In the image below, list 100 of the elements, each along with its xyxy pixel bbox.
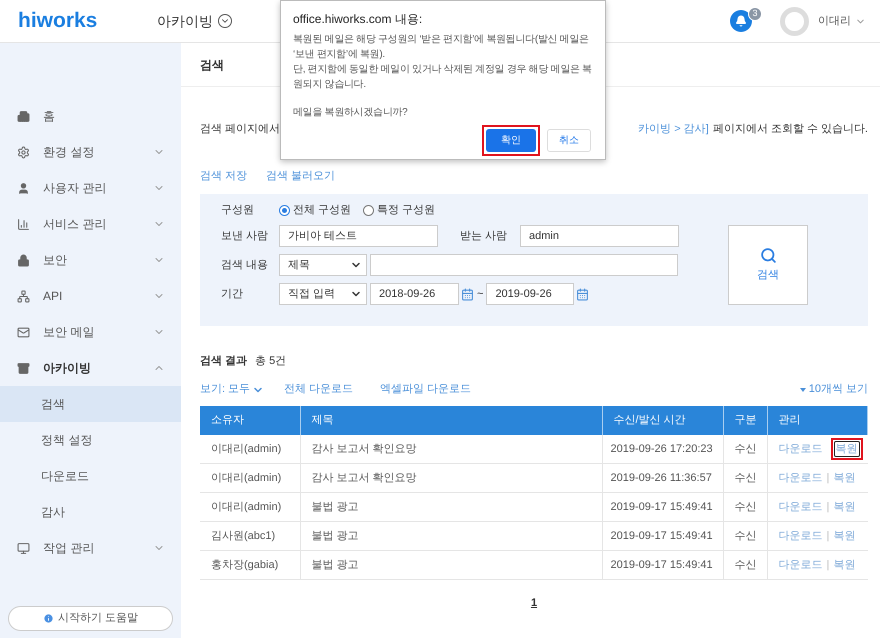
info-icon xyxy=(42,613,54,624)
monitor-icon xyxy=(17,542,30,554)
field-label: 구성원 xyxy=(221,202,255,218)
column-header: 구분 xyxy=(723,406,767,434)
sidebar-item[interactable]: 아카이빙 xyxy=(0,350,181,386)
column-header: 제목 xyxy=(300,406,602,434)
radio-button[interactable] xyxy=(363,204,374,216)
separator: | xyxy=(826,470,830,486)
table-cell: 수신 xyxy=(723,550,767,580)
select-dropdown[interactable]: 직접 입력 xyxy=(279,283,367,305)
bar-chart-icon xyxy=(17,218,30,230)
table-cell: 수신 xyxy=(723,492,767,522)
table-cell: 이대리(admin) xyxy=(200,434,300,464)
table-cell: 홍차장(gabia) xyxy=(200,550,300,580)
sidebar-subitem[interactable]: 감사 xyxy=(0,494,181,530)
table-cell: 수신 xyxy=(723,522,767,550)
sidebar-item[interactable]: 보안 xyxy=(0,242,181,278)
table-cell: 불법 광고 xyxy=(300,492,602,522)
excel-download-link[interactable]: 엑셀파일 다운로드 xyxy=(380,381,472,398)
table-cell: 감사 보고서 확인요망 xyxy=(300,434,602,464)
date-separator: ~ xyxy=(477,286,484,302)
user-icon xyxy=(17,182,30,194)
notification-badge: 3 xyxy=(748,7,762,21)
dialog-message: 복원된 메일은 해당 구성원의 ‘받은 편지함’에 복원됩니다(발신 메일은 ‘보낸 편지함’에 복원). xyxy=(293,33,590,62)
help-button[interactable]: 시작하기 도움말 xyxy=(8,606,173,631)
dialog-question: 메일을 복원하시겠습니까? xyxy=(293,106,408,120)
radio-label[interactable]: 전체 구성원 xyxy=(293,202,352,218)
page-title: 검색 xyxy=(200,56,224,74)
logo[interactable]: hiworks xyxy=(18,5,157,37)
calendar-icon[interactable] xyxy=(576,288,590,300)
sidebar-item[interactable]: 환경 설정 xyxy=(0,134,181,170)
page-link[interactable]: 1 xyxy=(530,595,538,612)
column-header: 수신/발신 시간 xyxy=(602,406,723,434)
bell-icon xyxy=(735,15,747,27)
table-cell: 불법 광고 xyxy=(300,550,602,580)
view-filter[interactable]: 보기: 모두 xyxy=(200,381,264,398)
search-button[interactable]: 검색 xyxy=(728,225,808,305)
user-menu[interactable]: 이대리 xyxy=(818,12,866,30)
table-cell: 2019-09-17 15:49:41 xyxy=(602,522,723,550)
sidebar-item[interactable]: 작업 관리 xyxy=(0,530,181,566)
table-cell: 이대리(admin) xyxy=(200,464,300,492)
separator: | xyxy=(826,558,830,573)
dialog-button[interactable]: 취소 xyxy=(547,129,591,152)
network-icon xyxy=(17,290,30,302)
audit-link[interactable]: 카이빙 > 감사] xyxy=(638,120,709,138)
page-size-dropdown[interactable]: 10개씩 보기 xyxy=(800,381,868,398)
date-field[interactable]: 2018-09-26 xyxy=(370,283,459,305)
sidebar-item[interactable]: 사용자 관리 xyxy=(0,170,181,206)
dialog-button[interactable]: 확인 xyxy=(486,129,536,152)
table-cell: 수신 xyxy=(723,464,767,492)
column-header: 소유자 xyxy=(200,406,300,434)
search-link[interactable]: 검색 저장 xyxy=(200,168,248,184)
archive-icon xyxy=(17,362,30,374)
gear-icon xyxy=(17,146,30,158)
table-cell: 2019-09-26 11:36:57 xyxy=(602,464,723,492)
field-label: 검색 내용 xyxy=(221,258,270,273)
section-dropdown[interactable]: 아카이빙 xyxy=(157,10,232,32)
sidebar-subitem[interactable]: 검색 xyxy=(0,386,181,422)
table-cell: 이대리(admin) xyxy=(200,492,300,522)
dialog-title: office.hiworks.com 내용: xyxy=(293,11,424,28)
sender-field[interactable]: 가비아 테스트 xyxy=(279,225,438,247)
table-cell: 김사원(abc1) xyxy=(200,522,300,550)
table-cell: 수신 xyxy=(723,434,767,464)
table-cell: 2019-09-26 17:20:23 xyxy=(602,434,723,464)
keyword-field[interactable] xyxy=(370,254,678,276)
results-count: 총 5건 xyxy=(255,354,286,369)
table-cell: 불법 광고 xyxy=(300,522,602,550)
envelope-icon xyxy=(17,326,30,338)
search-link[interactable]: 검색 불러오기 xyxy=(266,168,336,184)
table-cell: 2019-09-17 15:49:41 xyxy=(602,492,723,522)
radio-label[interactable]: 특정 구성원 xyxy=(377,202,436,218)
sidebar-subitem[interactable]: 다운로드 xyxy=(0,458,181,494)
intro-text: 검색 페이지에서 xyxy=(200,122,280,137)
field-label: 보낸 사람 xyxy=(221,228,270,244)
table-cell: 감사 보고서 확인요망 xyxy=(300,464,602,492)
sidebar-item[interactable]: API xyxy=(0,278,181,314)
field-label: 받는 사람 xyxy=(460,228,508,244)
separator: | xyxy=(826,500,830,515)
results-title: 검색 결과 xyxy=(200,354,248,369)
dialog-message: 단, 편지함에 동일한 메일이 있거나 삭제된 계정일 경우 해당 메일은 복원되지 않습니다. xyxy=(293,63,593,92)
calendar-icon[interactable] xyxy=(461,288,474,300)
radio-button[interactable] xyxy=(279,204,290,216)
building-icon xyxy=(17,110,30,122)
notification-button[interactable] xyxy=(730,10,752,32)
separator: | xyxy=(826,528,830,544)
recipient-field[interactable]: admin xyxy=(520,225,679,247)
download-all-link[interactable]: 전체 다운로드 xyxy=(284,381,354,398)
table-cell: 2019-09-17 15:49:41 xyxy=(602,550,723,580)
caret-down-icon xyxy=(800,388,806,392)
select-dropdown[interactable]: 제목 xyxy=(279,254,367,276)
sidebar-item[interactable]: 보안 메일 xyxy=(0,314,181,350)
field-label: 기간 xyxy=(221,286,244,302)
sidebar-subitem[interactable]: 정책 설정 xyxy=(0,422,181,458)
search-icon xyxy=(760,246,776,264)
lock-icon xyxy=(17,254,30,266)
intro-text: 페이지에서 조회할 수 있습니다. xyxy=(712,122,868,137)
column-header: 관리 xyxy=(767,406,868,434)
date-field[interactable]: 2019-09-26 xyxy=(486,283,574,305)
sidebar-item[interactable]: 홈 xyxy=(0,98,181,134)
sidebar-item[interactable]: 서비스 관리 xyxy=(0,206,181,242)
